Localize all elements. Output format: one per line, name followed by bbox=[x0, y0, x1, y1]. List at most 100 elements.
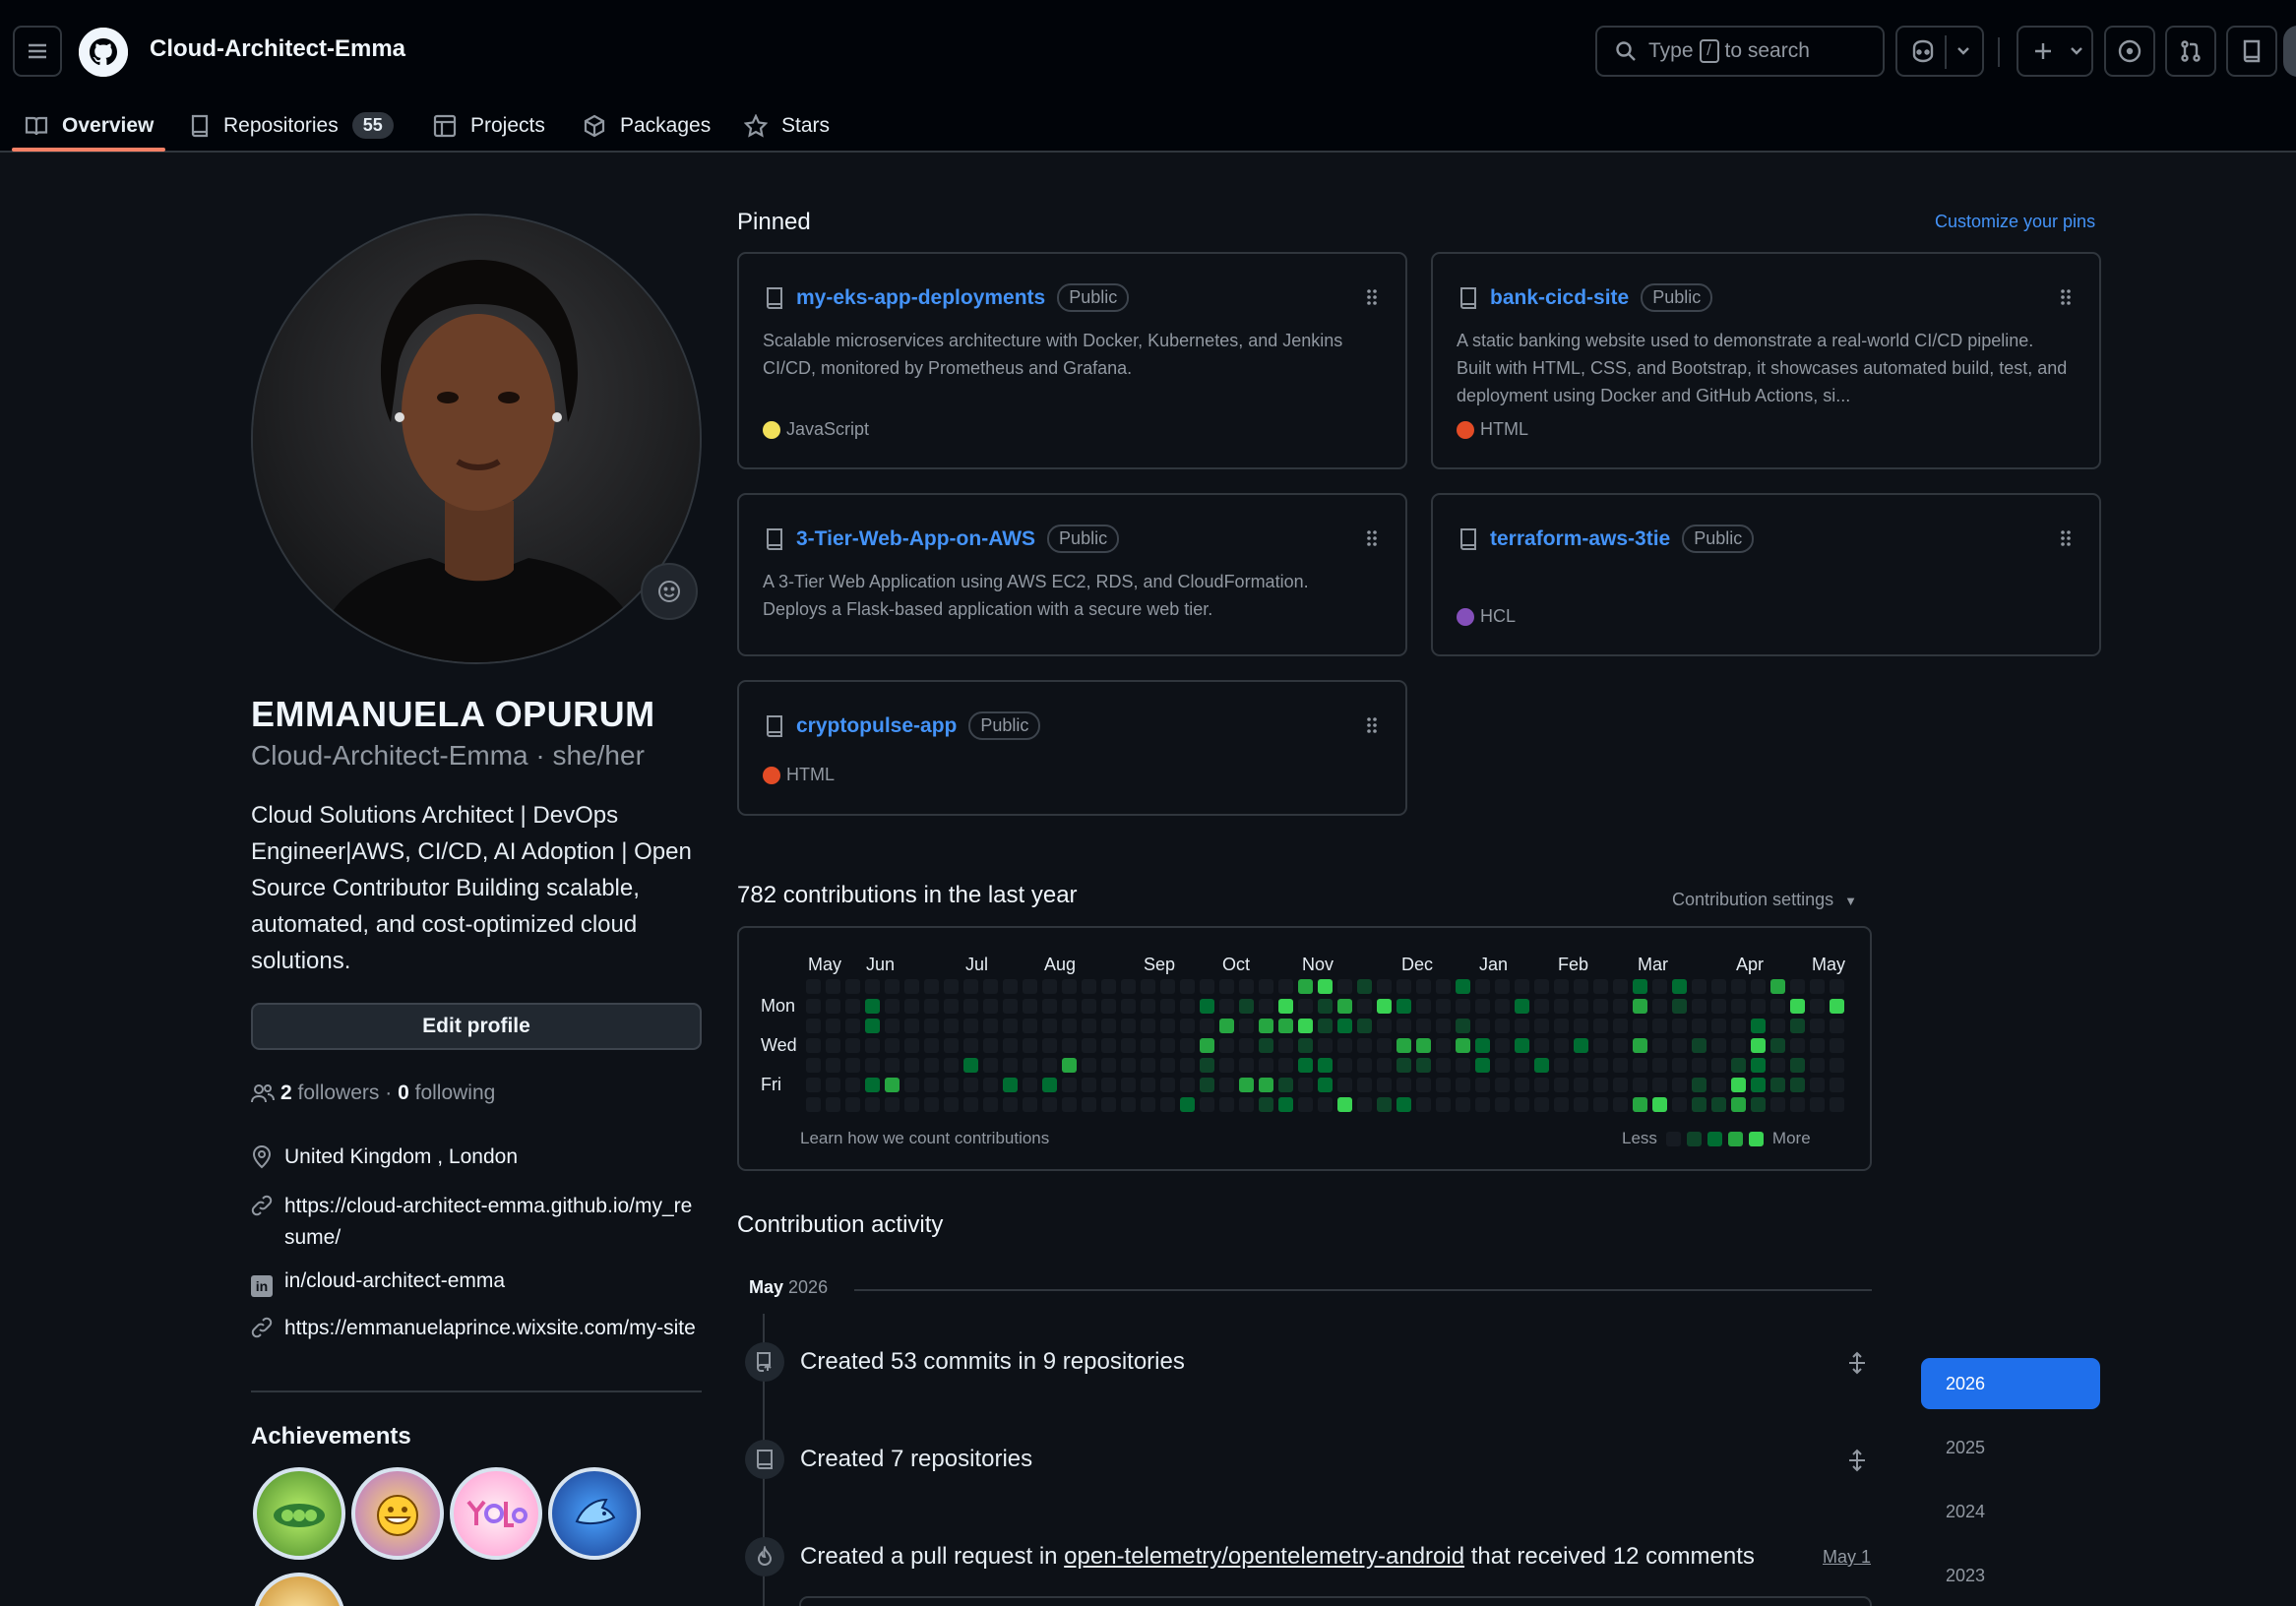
contribution-day[interactable] bbox=[1219, 1078, 1234, 1092]
contribution-day[interactable] bbox=[1200, 1058, 1214, 1073]
contribution-day[interactable] bbox=[983, 999, 998, 1014]
contribution-day[interactable] bbox=[1574, 1038, 1588, 1053]
contribution-day[interactable] bbox=[1731, 999, 1746, 1014]
contribution-day[interactable] bbox=[1652, 1019, 1667, 1033]
contribution-day[interactable] bbox=[1141, 1058, 1155, 1073]
contribution-day[interactable] bbox=[1692, 1038, 1706, 1053]
contribution-day[interactable] bbox=[1180, 999, 1195, 1014]
contribution-day[interactable] bbox=[1121, 1038, 1136, 1053]
contribution-day[interactable] bbox=[1042, 1078, 1057, 1092]
contribution-day[interactable] bbox=[806, 1019, 821, 1033]
tab-repositories[interactable]: Repositories 55 bbox=[190, 98, 394, 153]
search-input[interactable]: Type / to search bbox=[1595, 26, 1885, 77]
contribution-day[interactable] bbox=[1278, 1019, 1293, 1033]
contribution-day[interactable] bbox=[1023, 1078, 1037, 1092]
contribution-day[interactable] bbox=[1790, 1097, 1805, 1112]
contribution-day[interactable] bbox=[1770, 999, 1785, 1014]
contribution-day[interactable] bbox=[1357, 1038, 1372, 1053]
contribution-day[interactable] bbox=[1259, 1038, 1273, 1053]
contribution-day[interactable] bbox=[1692, 979, 1706, 994]
contribution-day[interactable] bbox=[1456, 1038, 1470, 1053]
contribution-day[interactable] bbox=[1200, 979, 1214, 994]
contribution-day[interactable] bbox=[1337, 1058, 1352, 1073]
contribution-day[interactable] bbox=[1554, 1019, 1569, 1033]
contribution-day[interactable] bbox=[1770, 1038, 1785, 1053]
contribution-day[interactable] bbox=[1554, 1038, 1569, 1053]
contribution-day[interactable] bbox=[1593, 999, 1608, 1014]
contribution-day[interactable] bbox=[1003, 1058, 1018, 1073]
contribution-day[interactable] bbox=[1003, 1019, 1018, 1033]
contribution-day[interactable] bbox=[1259, 999, 1273, 1014]
contribution-day[interactable] bbox=[1633, 1058, 1647, 1073]
contribution-day[interactable] bbox=[1416, 1058, 1431, 1073]
contribution-day[interactable] bbox=[1337, 979, 1352, 994]
pinned-repo-card[interactable]: bank-cicd-site Public A static banking w… bbox=[1431, 252, 2101, 469]
contribution-day[interactable] bbox=[1180, 1038, 1195, 1053]
contribution-day[interactable] bbox=[1830, 1058, 1844, 1073]
customize-pins-link[interactable]: Customize your pins bbox=[1935, 212, 2095, 232]
contribution-day[interactable] bbox=[1515, 979, 1529, 994]
linkedin-link[interactable]: in/cloud-architect-emma bbox=[284, 1266, 505, 1301]
contribution-day[interactable] bbox=[1810, 999, 1825, 1014]
contribution-day[interactable] bbox=[1259, 1078, 1273, 1092]
contribution-day[interactable] bbox=[1278, 999, 1293, 1014]
contribution-day[interactable] bbox=[1082, 1038, 1096, 1053]
contribution-day[interactable] bbox=[1278, 979, 1293, 994]
contribution-day[interactable] bbox=[924, 1058, 939, 1073]
activity-text[interactable]: Created 53 commits in 9 repositories bbox=[800, 1348, 1185, 1376]
contribution-day[interactable] bbox=[1456, 1097, 1470, 1112]
contribution-day[interactable] bbox=[1830, 1019, 1844, 1033]
contribution-day[interactable] bbox=[1337, 1038, 1352, 1053]
contribution-day[interactable] bbox=[1574, 1078, 1588, 1092]
contribution-day[interactable] bbox=[865, 1097, 880, 1112]
contribution-day[interactable] bbox=[1416, 979, 1431, 994]
contribution-day[interactable] bbox=[1692, 999, 1706, 1014]
contribution-day[interactable] bbox=[1082, 1058, 1096, 1073]
contribution-day[interactable] bbox=[1613, 1019, 1628, 1033]
contribution-day[interactable] bbox=[1042, 1038, 1057, 1053]
contribution-day[interactable] bbox=[1239, 979, 1254, 994]
contribution-day[interactable] bbox=[1042, 1097, 1057, 1112]
contribution-day[interactable] bbox=[1180, 979, 1195, 994]
contribution-day[interactable] bbox=[845, 999, 860, 1014]
contribution-day[interactable] bbox=[1062, 1019, 1077, 1033]
contribution-day[interactable] bbox=[924, 999, 939, 1014]
contribution-day[interactable] bbox=[944, 1097, 959, 1112]
contribution-day[interactable] bbox=[1318, 1058, 1333, 1073]
contribution-day[interactable] bbox=[983, 1058, 998, 1073]
contribution-day[interactable] bbox=[1141, 979, 1155, 994]
contribution-day[interactable] bbox=[1652, 1097, 1667, 1112]
contribution-day[interactable] bbox=[1062, 1058, 1077, 1073]
contribution-day[interactable] bbox=[1003, 999, 1018, 1014]
contribution-day[interactable] bbox=[1200, 1038, 1214, 1053]
contribution-day[interactable] bbox=[1790, 1058, 1805, 1073]
contribution-day[interactable] bbox=[1574, 979, 1588, 994]
tab-packages[interactable]: Packages bbox=[583, 98, 711, 153]
contribution-day[interactable] bbox=[1515, 1078, 1529, 1092]
contribution-day[interactable] bbox=[1160, 1097, 1175, 1112]
contribution-day[interactable] bbox=[1062, 979, 1077, 994]
contribution-day[interactable] bbox=[1082, 1019, 1096, 1033]
contribution-day[interactable] bbox=[1298, 1097, 1313, 1112]
contribution-day[interactable] bbox=[1554, 999, 1569, 1014]
contribution-day[interactable] bbox=[1731, 1038, 1746, 1053]
contribution-day[interactable] bbox=[1830, 979, 1844, 994]
user-avatar-button[interactable] bbox=[2283, 26, 2296, 77]
contribution-day[interactable] bbox=[1711, 1038, 1726, 1053]
contribution-day[interactable] bbox=[1396, 1058, 1411, 1073]
contribution-day[interactable] bbox=[1672, 1058, 1687, 1073]
contribution-day[interactable] bbox=[845, 1078, 860, 1092]
contribution-day[interactable] bbox=[1534, 1097, 1549, 1112]
contribution-day[interactable] bbox=[885, 1078, 900, 1092]
contribution-day[interactable] bbox=[1023, 1019, 1037, 1033]
contribution-day[interactable] bbox=[1219, 1038, 1234, 1053]
contribution-day[interactable] bbox=[845, 979, 860, 994]
contribution-day[interactable] bbox=[1436, 1078, 1451, 1092]
contribution-day[interactable] bbox=[1731, 1078, 1746, 1092]
contribution-day[interactable] bbox=[806, 1078, 821, 1092]
contribution-day[interactable] bbox=[1318, 1097, 1333, 1112]
contribution-day[interactable] bbox=[865, 1058, 880, 1073]
contribution-day[interactable] bbox=[1023, 1038, 1037, 1053]
contribution-day[interactable] bbox=[1495, 1078, 1510, 1092]
contribution-day[interactable] bbox=[1377, 979, 1392, 994]
